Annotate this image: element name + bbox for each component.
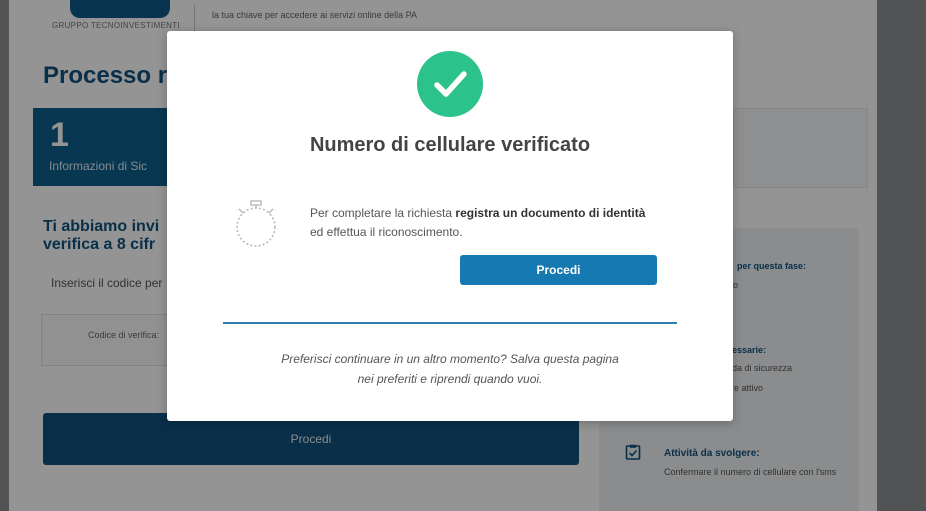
message-prefix: Per completare la richiesta: [310, 206, 456, 220]
dialog-title: Numero di cellulare verificato: [309, 134, 591, 156]
continue-later-line-1: Preferisci continuare in un altro moment…: [281, 352, 619, 366]
message-emphasis: registra un documento di identità: [455, 206, 646, 220]
check-icon: [434, 71, 467, 97]
message-suffix: ed effettua il riconoscimento.: [310, 225, 463, 239]
continue-later-note: Preferisci continuare in un altro moment…: [167, 349, 733, 389]
success-badge: [417, 51, 483, 117]
dialog-divider: [223, 322, 677, 324]
verification-success-dialog: Numero di cellulare verificato Per compl…: [167, 31, 733, 421]
proceed-button[interactable]: Procedi: [460, 255, 657, 285]
continue-later-line-2: nei preferiti e riprendi quando vuoi.: [357, 372, 543, 386]
stopwatch-icon: [236, 200, 276, 247]
dialog-message: Per completare la richiesta registra un …: [310, 204, 690, 242]
